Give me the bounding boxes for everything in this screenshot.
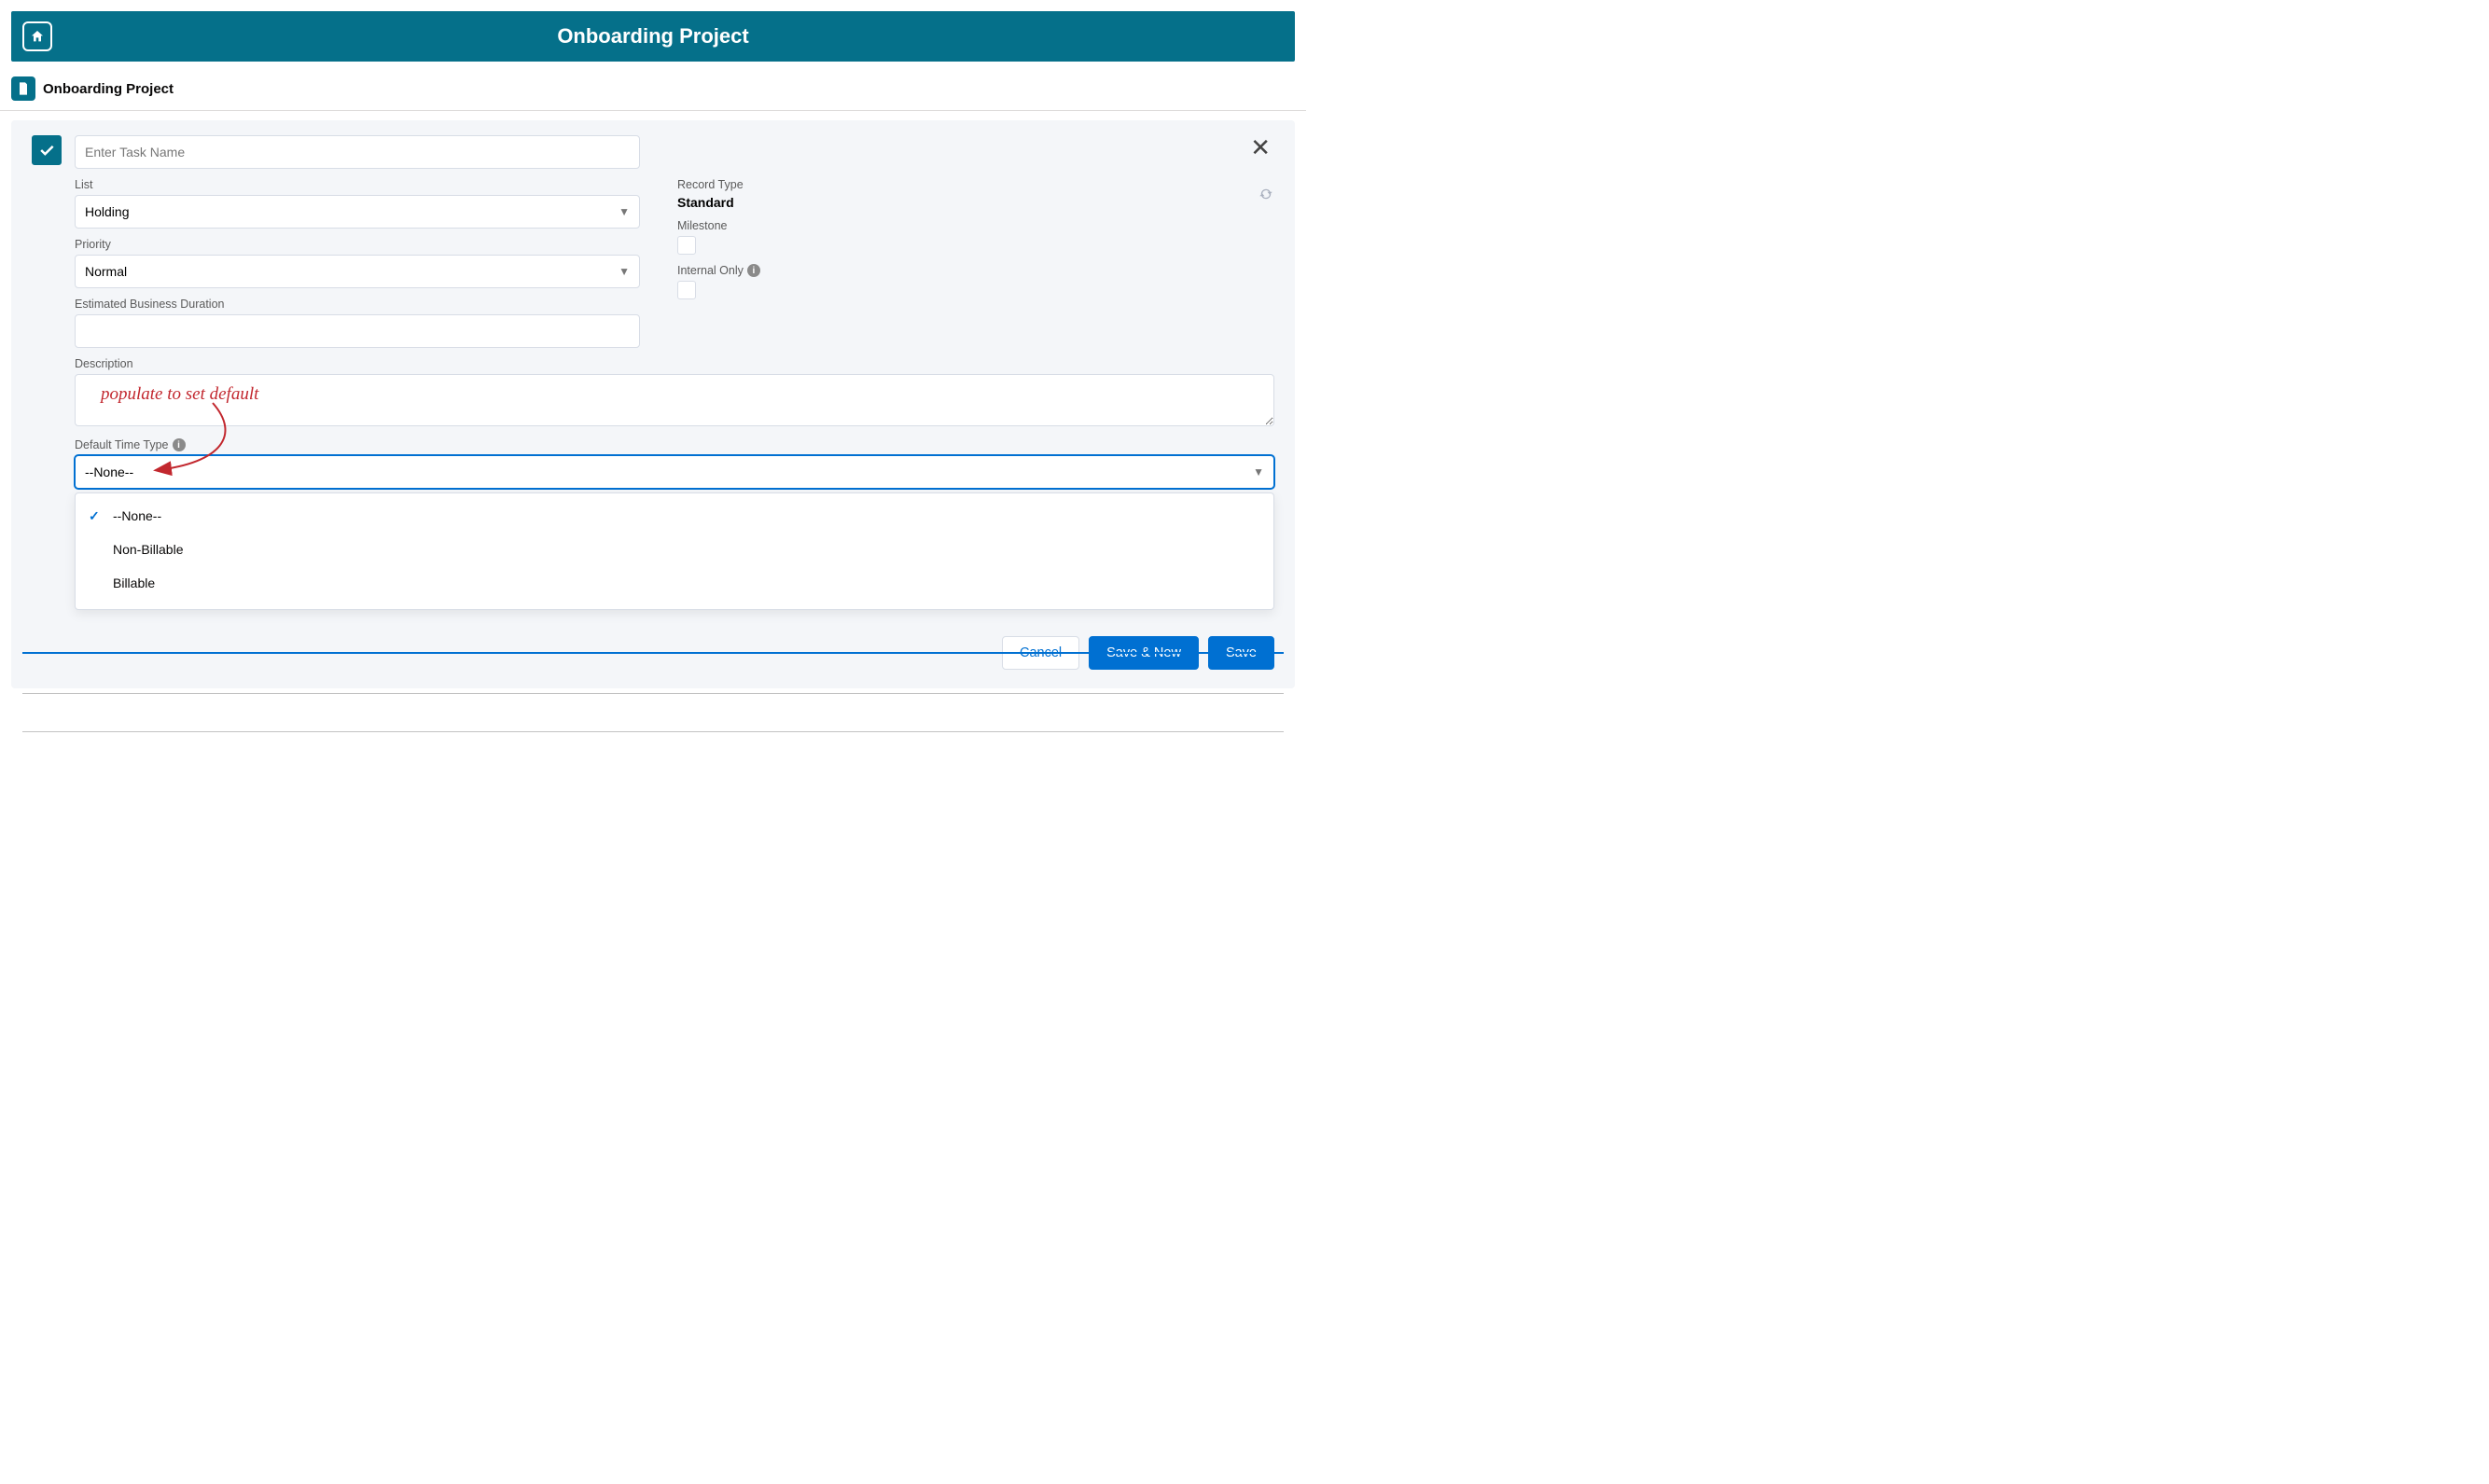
save-and-new-button[interactable]: Save & New: [1089, 636, 1199, 670]
record-type-value: Standard: [677, 195, 1274, 210]
record-type-icon: [11, 76, 35, 101]
internal-only-label-text: Internal Only: [677, 264, 744, 277]
default-time-type-select[interactable]: --None-- ▼: [75, 455, 1274, 489]
chevron-down-icon: ▼: [619, 265, 630, 278]
close-button[interactable]: ✕: [1246, 135, 1274, 159]
save-button[interactable]: Save: [1208, 636, 1274, 670]
dropdown-option-label: Non-Billable: [113, 542, 183, 557]
chevron-down-icon: ▼: [1253, 465, 1264, 478]
header-divider: [0, 110, 1306, 111]
default-time-type-label: Default Time Type i: [75, 438, 1274, 451]
refresh-icon: [1258, 186, 1274, 202]
internal-only-label: Internal Only i: [677, 264, 1274, 277]
milestone-checkbox[interactable]: [677, 236, 696, 255]
list-select-value: Holding: [85, 204, 129, 219]
priority-select-value: Normal: [85, 264, 127, 279]
close-icon: ✕: [1250, 133, 1271, 161]
task-complete-icon: [32, 135, 62, 165]
priority-label: Priority: [75, 238, 640, 251]
dropdown-option-none[interactable]: ✓ --None--: [76, 499, 1273, 533]
priority-select[interactable]: Normal ▼: [75, 255, 640, 288]
check-icon: ✓: [89, 508, 100, 524]
info-icon[interactable]: i: [747, 264, 760, 277]
record-type-label: Record Type: [677, 178, 1274, 191]
chevron-down-icon: ▼: [619, 205, 630, 218]
description-label: Description: [75, 357, 1274, 370]
dropdown-option-label: Billable: [113, 576, 155, 590]
refresh-button[interactable]: [1258, 186, 1274, 205]
page-title: Onboarding Project: [52, 24, 1284, 49]
list-label: List: [75, 178, 640, 191]
record-context-title: Onboarding Project: [43, 81, 174, 97]
dropdown-option-non-billable[interactable]: Non-Billable: [76, 533, 1273, 566]
default-time-type-dropdown: ✓ --None-- Non-Billable Billable: [75, 492, 1274, 610]
dropdown-option-label: --None--: [113, 508, 161, 523]
list-select[interactable]: Holding ▼: [75, 195, 640, 229]
duration-input[interactable]: [75, 314, 640, 348]
home-icon: [30, 29, 45, 44]
info-icon[interactable]: i: [173, 438, 186, 451]
description-textarea[interactable]: [75, 374, 1274, 426]
dropdown-option-billable[interactable]: Billable: [76, 566, 1273, 600]
cancel-button[interactable]: Cancel: [1002, 636, 1079, 670]
duration-label: Estimated Business Duration: [75, 298, 640, 311]
default-time-type-label-text: Default Time Type: [75, 438, 169, 451]
home-button[interactable]: [22, 21, 52, 51]
internal-only-checkbox[interactable]: [677, 281, 696, 299]
milestone-label: Milestone: [677, 219, 1274, 232]
default-time-type-value: --None--: [85, 465, 133, 479]
task-name-input[interactable]: [75, 135, 640, 169]
